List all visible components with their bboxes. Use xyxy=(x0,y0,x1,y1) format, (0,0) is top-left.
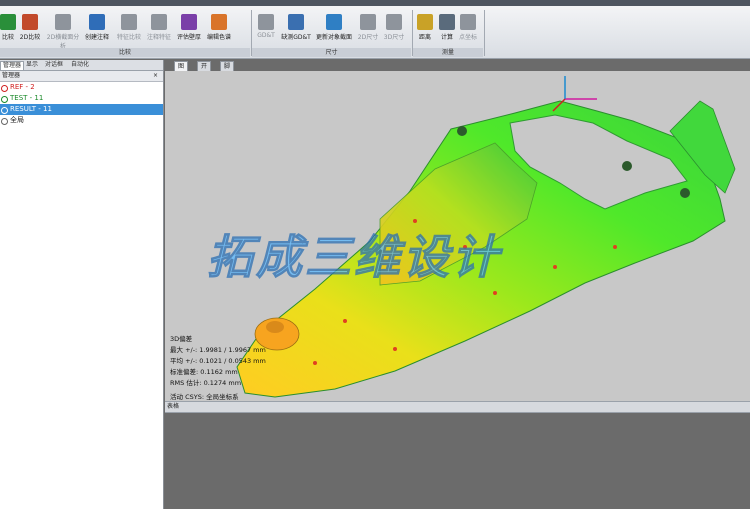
update-section-icon xyxy=(326,14,342,30)
gdt-button[interactable]: GD&T xyxy=(255,11,277,47)
tree-item-label: REF - 2 xyxy=(10,83,35,91)
close-icon[interactable]: × xyxy=(153,71,158,81)
evaluate-thickness-button[interactable]: 评估壁厚 xyxy=(175,11,203,47)
tool-label: 更新对象截面 xyxy=(315,34,352,41)
tool-label: 创建注释 xyxy=(84,34,109,41)
tool-label: 比较 xyxy=(1,34,14,41)
tree-item-test[interactable]: TEST - 11 xyxy=(0,93,163,104)
stats-rms: RMS 估计: 0.1274 mm xyxy=(170,379,242,387)
measure-gdt-button[interactable]: 缺测GD&T xyxy=(280,11,312,47)
annotate-feature-button[interactable]: 注释特征 xyxy=(145,11,173,47)
stats-std: 标准偏差: 0.1162 mm xyxy=(170,368,238,376)
result-node-icon xyxy=(1,107,8,114)
tool-label: 2D比较 xyxy=(19,34,41,41)
test-node-icon xyxy=(1,96,8,103)
tree-item-label: TEST - 11 xyxy=(10,94,44,102)
tree-item-label: RESULT - 11 xyxy=(10,105,52,113)
2d-compare-button[interactable]: 2D比较 xyxy=(17,11,43,47)
feature-compare-button[interactable]: 特征比较 xyxy=(115,11,143,47)
2d-section-analysis-button[interactable]: 2D横截面分析 xyxy=(46,11,80,50)
2d-compare-icon xyxy=(22,14,38,30)
tool-label: 评估壁厚 xyxy=(176,34,201,41)
manager-panel: 管理器 显示 对话框 自动化 管理器 × REF - 2 TEST - 11 R… xyxy=(0,60,164,509)
tool-label: 编辑色谱 xyxy=(206,34,231,41)
3d-dimension-icon xyxy=(386,14,402,30)
measure-gdt-icon xyxy=(288,14,304,30)
2d-section-analysis-icon xyxy=(55,14,71,30)
compare-icon xyxy=(0,14,16,30)
tree-item-ref[interactable]: REF - 2 xyxy=(0,82,163,93)
edit-colormap-icon xyxy=(211,14,227,30)
table-title: 表格 xyxy=(165,401,750,413)
deviation-stats: 3D偏差 最大 +/-: 1.9981 / 1.9967 mm 平均 +/-: … xyxy=(170,334,266,401)
graphics-viewport[interactable]: 拓成三维设计 3D偏差 最大 +/-: 1.9981 / 1.9967 mm 平… xyxy=(165,71,750,401)
calculate-icon xyxy=(439,14,455,30)
panel-title-bar: 管理器 × xyxy=(0,71,163,82)
tool-label: 2D尺寸 xyxy=(357,34,379,41)
tool-label: 3D尺寸 xyxy=(383,34,405,41)
compare-button[interactable]: 比较 xyxy=(0,11,16,47)
stats-max: 最大 +/-: 1.9981 / 1.9967 mm xyxy=(170,346,266,354)
gdt-icon xyxy=(258,14,274,30)
tool-label: 距离 xyxy=(418,34,431,41)
group-dimension-label: 尺寸 xyxy=(252,48,411,57)
tool-label: 特征比较 xyxy=(116,34,141,41)
table-panel: 表格 xyxy=(165,401,750,509)
watermark-text: 拓成三维设计 xyxy=(207,230,501,285)
stats-mean: 平均 +/-: 0.1021 / 0.0543 mm xyxy=(170,357,266,365)
create-annotation-button[interactable]: 创建注释 xyxy=(82,11,112,47)
edit-colormap-button[interactable]: 编辑色谱 xyxy=(205,11,233,47)
evaluate-thickness-icon xyxy=(181,14,197,30)
ribbon-separator xyxy=(484,10,485,56)
distance-button[interactable]: 距离 xyxy=(415,11,435,47)
calculate-button[interactable]: 计算 xyxy=(438,11,456,47)
tree-item-result[interactable]: RESULT - 11 xyxy=(0,104,163,115)
stats-title: 3D偏差 xyxy=(170,335,193,343)
tool-label: 缺测GD&T xyxy=(281,34,311,41)
ref-node-icon xyxy=(1,85,8,92)
tab-automation[interactable]: 自动化 xyxy=(69,61,91,69)
tree-item-label: 全局 xyxy=(10,116,24,124)
tool-label: 计算 xyxy=(440,34,453,41)
tree-item-global[interactable]: 全局 xyxy=(0,115,163,126)
tab-display[interactable]: 显示 xyxy=(24,61,40,69)
tool-label: 注释特征 xyxy=(146,34,171,41)
point-coordinate-button[interactable]: 点坐标 xyxy=(458,11,478,47)
create-annotation-icon xyxy=(89,14,105,30)
tool-label: GD&T xyxy=(257,32,275,39)
group-measure-label: 测量 xyxy=(413,48,483,57)
point-coordinate-icon xyxy=(460,14,476,30)
distance-icon xyxy=(417,14,433,30)
2d-dimension-icon xyxy=(360,14,376,30)
panel-tabs: 管理器 显示 对话框 自动化 xyxy=(0,60,163,71)
tool-label: 点坐标 xyxy=(458,34,477,41)
update-section-button[interactable]: 更新对象截面 xyxy=(315,11,353,47)
object-tree: REF - 2 TEST - 11 RESULT - 11 全局 xyxy=(0,82,163,126)
2d-dimension-button[interactable]: 2D尺寸 xyxy=(357,11,379,47)
annotate-feature-icon xyxy=(151,14,167,30)
active-csys: 活动 CSYS: 全局坐标系 xyxy=(170,393,239,401)
boss-hole xyxy=(266,321,284,333)
panel-title: 管理器 xyxy=(2,72,21,79)
ribbon-toolbar: 比较 2D比较 2D横截面分析 创建注释 特征比较 注释特征 评估壁厚 编辑色谱 GD&T 缺测G… xyxy=(0,6,750,59)
tab-manager[interactable]: 管理器 xyxy=(0,61,25,70)
group-compare-label: 比较 xyxy=(0,48,250,57)
tab-dialog[interactable]: 对话框 xyxy=(43,61,65,69)
3d-dimension-button[interactable]: 3D尺寸 xyxy=(383,11,405,47)
feature-compare-icon xyxy=(121,14,137,30)
csys-node-icon xyxy=(1,118,8,125)
